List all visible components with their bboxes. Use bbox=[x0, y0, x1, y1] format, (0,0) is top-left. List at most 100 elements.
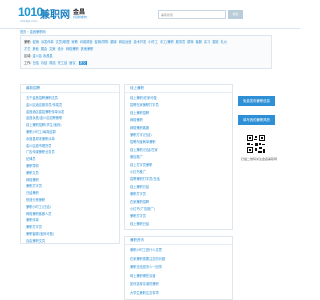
filter-category-item[interactable]: 家教 bbox=[71, 40, 77, 44]
list-item[interactable]: 兼职日结是怎么一回事 bbox=[130, 264, 162, 269]
list-item[interactable]: 招聘在家兼职打字员 bbox=[130, 102, 159, 107]
site-logo[interactable]: 1010 bbox=[18, 5, 43, 19]
list-item[interactable]: 纪律员 bbox=[26, 156, 36, 161]
search-button[interactable]: 搜索 bbox=[228, 10, 243, 19]
list-item[interactable]: 线上兼职日结 bbox=[130, 184, 149, 189]
list-item[interactable]: 快递分拣兼职 bbox=[26, 197, 45, 202]
filter-category-item[interactable]: 实习 bbox=[204, 40, 210, 44]
filter-category-list: 促销 派发传单 文员/助理 家教 问卷调查 促销/导购 翻译 网站运营 技术开发 小时工 手工/兼职… bbox=[32, 40, 229, 44]
list-item[interactable]: 网络兼职客服人员 bbox=[26, 211, 52, 216]
list-item[interactable]: 兼职小时工(日结) bbox=[26, 204, 51, 209]
list-item[interactable]: 网络兼职 bbox=[130, 117, 143, 122]
filter-category-item[interactable]: 网络兼职 bbox=[66, 47, 79, 51]
qr-caption: 扫描二维码关注金昌兼职网 bbox=[241, 157, 278, 161]
filter-category-item[interactable]: 问卷调查 bbox=[80, 40, 93, 44]
filter-category-item[interactable]: 设计 bbox=[58, 47, 64, 51]
site-logo-domain: 1010jz.com bbox=[20, 19, 38, 23]
filter-category-item[interactable]: 翻译 bbox=[110, 40, 116, 44]
switch-city-link[interactable]: [切换城市] bbox=[73, 15, 87, 19]
site-logo-text[interactable]: 兼职网 bbox=[40, 6, 70, 21]
list-item[interactable]: 兼职打字员 bbox=[26, 183, 42, 188]
list-item[interactable]: 微信推广 bbox=[130, 154, 143, 159]
list-item[interactable]: 金昌酒店直招兼职传单派发 bbox=[26, 109, 64, 114]
filter-type-item[interactable]: 完工结 bbox=[58, 61, 68, 65]
filter-category-item[interactable]: 摄影 bbox=[212, 40, 218, 44]
panel-divider bbox=[21, 92, 119, 93]
list-item[interactable]: 招聘淘宝刷单兼职 bbox=[130, 139, 156, 144]
filter-category-item[interactable]: 服务员 bbox=[176, 40, 186, 44]
filter-category-row: 兼职: 促销 派发传单 文员/助理 家教 问卷调查 促销/导购 翻译 网站运营 技术开发 小时工手… bbox=[24, 39, 229, 44]
list-item[interactable]: 在家兼职需要注意的问题 bbox=[130, 256, 165, 261]
list-item[interactable]: 线上兼职招聘 bbox=[130, 110, 149, 115]
list-item[interactable]: 招聘兼职打字员/日结 bbox=[130, 176, 160, 181]
list-item[interactable]: 五千金昌招聘兼职店员 bbox=[26, 95, 58, 100]
breadcrumb-home[interactable]: 首页 bbox=[20, 30, 26, 34]
list-item[interactable]: 线上兼职/在家可做 bbox=[130, 95, 157, 100]
filter-type-label: 工作: bbox=[24, 61, 32, 65]
filter-category-item[interactable]: 网站运营 bbox=[119, 40, 132, 44]
list-item[interactable]: 日结兼职 bbox=[26, 190, 39, 195]
list-item[interactable]: 兼职传单 bbox=[26, 217, 39, 222]
filter-area-item[interactable]: 金川区 bbox=[32, 54, 42, 58]
filter-area-row: 区域: 金川区 永昌县 bbox=[24, 53, 53, 58]
breadcrumb-current: 金昌兼职网 bbox=[29, 30, 46, 34]
filter-category-item[interactable]: 展会 bbox=[41, 47, 47, 51]
filter-area-item[interactable]: 永昌县 bbox=[43, 54, 53, 58]
filter-category-item[interactable]: 小时工 bbox=[148, 40, 158, 44]
breadcrumb: 首页 › 金昌兼职网 bbox=[20, 29, 46, 34]
filter-category-item[interactable]: 客服 bbox=[196, 40, 202, 44]
filter-category-item[interactable]: 促销/导购 bbox=[95, 40, 109, 44]
list-item[interactable]: 金川区超市理货员 bbox=[26, 143, 52, 148]
filter-category-list-2: 才艺 其他 展会 文案 设计 网络兼职 其他兼职 bbox=[24, 47, 95, 51]
filter-category-item[interactable]: 才艺 bbox=[24, 47, 30, 51]
resume-button[interactable]: 填写我的兼职简历 bbox=[238, 115, 275, 125]
list-item[interactable]: 兼职打字(日结) bbox=[130, 132, 152, 137]
list-item[interactable]: 兼职客服(宝妈可做) bbox=[26, 231, 54, 236]
filter-type-item[interactable]: 日结 bbox=[32, 61, 38, 65]
publish-job-button[interactable]: 免费发布兼职信息 bbox=[238, 96, 275, 106]
list-item[interactable]: 兼职打字员 bbox=[130, 191, 146, 196]
list-item[interactable]: 大学生兼职注意事项 bbox=[130, 290, 159, 295]
list-item[interactable]: 小红书(广告推广) bbox=[130, 206, 155, 211]
latest-jobs-title: 最新招聘 bbox=[26, 86, 40, 90]
filter-category-item[interactable]: 手工/兼职 bbox=[160, 40, 174, 44]
filter-submit-button[interactable]: 提交 bbox=[78, 61, 87, 65]
filter-type-item[interactable]: 周结 bbox=[49, 61, 55, 65]
list-item[interactable]: 网上兼职哪些靠谱 bbox=[130, 273, 156, 278]
filter-type-item[interactable]: 月结 bbox=[41, 61, 47, 65]
list-item[interactable]: 自由兼职文员 bbox=[26, 238, 45, 243]
list-item[interactable]: 如何选择靠谱的兼职 bbox=[130, 281, 159, 286]
filter-category-item[interactable]: 派发传单 bbox=[41, 40, 54, 44]
filter-category-item[interactable]: 文案 bbox=[49, 47, 55, 51]
filter-category-item[interactable]: 促销 bbox=[32, 40, 38, 44]
list-item[interactable]: 在家兼职招聘 bbox=[130, 199, 149, 204]
list-item[interactable]: 网络兼职客服 bbox=[130, 125, 149, 130]
filter-category-item[interactable]: 文员/助理 bbox=[56, 40, 70, 44]
list-item[interactable]: 兼职小时工/每周结算 bbox=[26, 129, 56, 134]
list-item[interactable]: 兼职文员 bbox=[26, 170, 39, 175]
filter-type-item[interactable]: 面议 bbox=[69, 61, 75, 65]
list-item[interactable]: 线上打字员兼职 bbox=[130, 162, 152, 167]
filter-category-item[interactable]: 模特 bbox=[187, 40, 193, 44]
list-item[interactable]: 永昌县周末兼职派单 bbox=[26, 136, 55, 141]
latest-jobs-panel: 最新招聘 五千金昌招聘兼职店员 金川区酒店服务员/传菜员 金昌酒店直招兼职传单派发金… bbox=[20, 84, 120, 244]
list-item[interactable]: 兼职小时工是什么意思 bbox=[130, 247, 162, 252]
filter-category-item[interactable]: 其他 bbox=[32, 47, 38, 51]
filter-category-item[interactable]: 其他兼职 bbox=[81, 47, 94, 51]
list-item[interactable]: 金川区酒店服务员/传菜员 bbox=[26, 102, 62, 107]
list-item[interactable]: 金昌永昌/金川区招聘兼职 bbox=[26, 115, 62, 120]
list-item[interactable]: 小红书推广 bbox=[130, 169, 146, 174]
list-item[interactable]: 兼职打字员 bbox=[26, 224, 42, 229]
list-item[interactable]: 网络兼职 bbox=[26, 177, 39, 182]
list-item[interactable]: 线上兼职/日结/在家 bbox=[130, 147, 158, 152]
filter-category-item[interactable]: 礼仪 bbox=[221, 40, 227, 44]
list-item[interactable]: 广告传媒兼职业务员 bbox=[26, 149, 55, 154]
search-input[interactable]: 兼职搜索 bbox=[158, 10, 226, 19]
list-item[interactable]: 线上兼职招聘(学生/宝妈) bbox=[26, 122, 61, 127]
list-item[interactable]: 兼职打字员 bbox=[130, 213, 146, 218]
filter-type-list: 日结 月结 周结 完工结 面议 bbox=[32, 61, 77, 65]
filter-category-item[interactable]: 技术开发 bbox=[134, 40, 147, 44]
list-item[interactable]: 线上兼职日结 bbox=[130, 221, 149, 226]
list-item[interactable]: 兼职导购 bbox=[26, 163, 39, 168]
site-header: 1010 兼职网 1010jz.com 金昌 [切换城市] 兼职搜索 搜索 bbox=[0, 0, 300, 30]
